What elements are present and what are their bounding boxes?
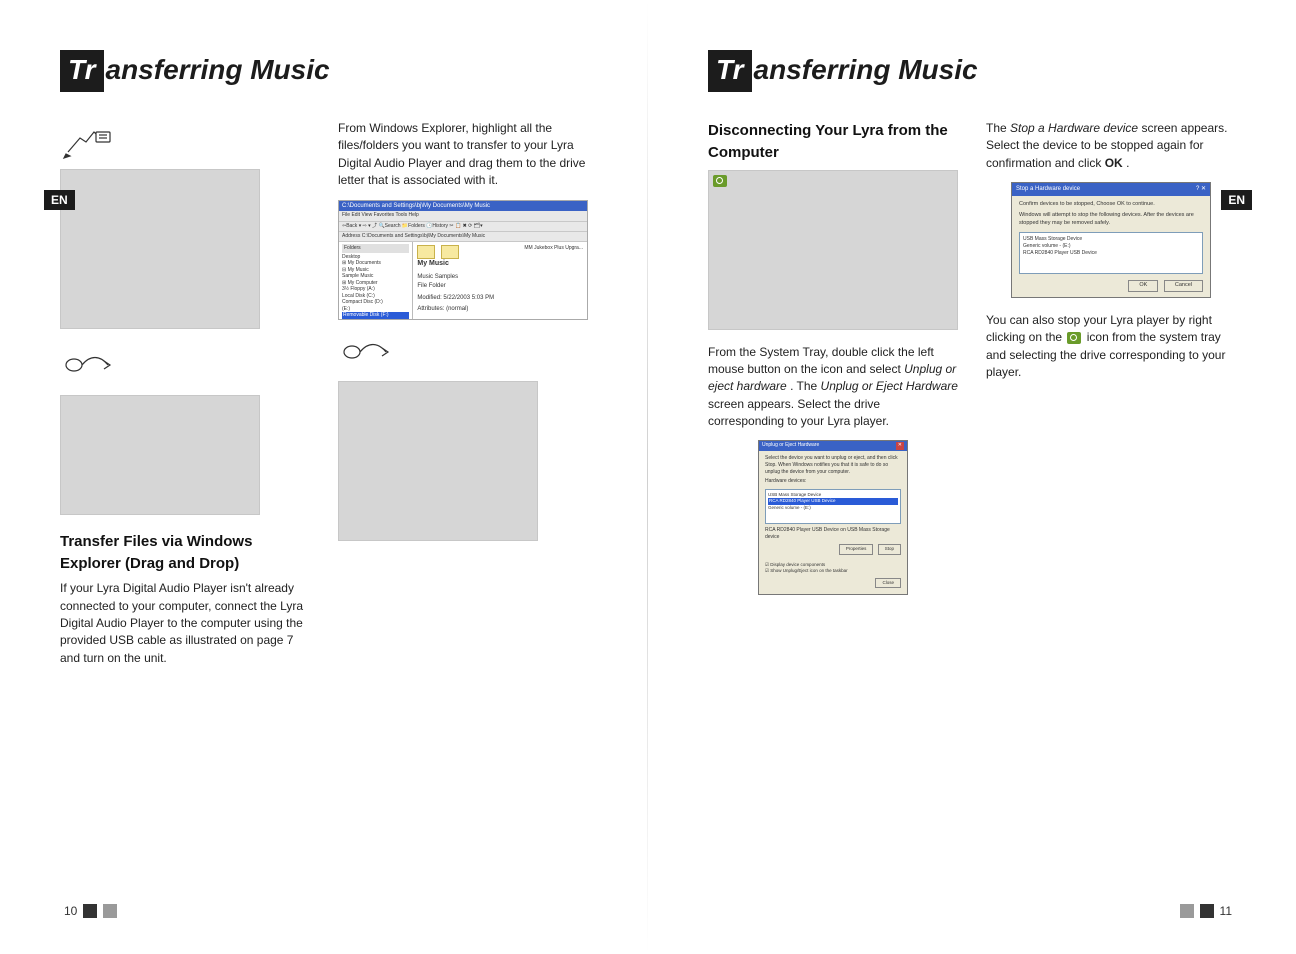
systray-figure	[708, 170, 958, 330]
checkbox-label: Display device components	[770, 562, 825, 567]
txt-italic: Unplug or Eject Hardware	[821, 379, 958, 393]
page-11: EN Tr ansferring Music Disconnecting You…	[648, 0, 1296, 954]
addr-label: Address	[342, 233, 360, 239]
right-columns: Disconnecting Your Lyra from the Compute…	[708, 120, 1236, 914]
txt-italic: Stop a Hardware device	[1010, 121, 1138, 135]
explorer-tree: Folders Desktop ⊞ My Documents ⊟ My Musi…	[339, 242, 413, 320]
link-mm: MM Jukebox Plus Upgra...	[524, 245, 583, 251]
page-number: 11	[1220, 904, 1232, 918]
page-10: EN Tr ansferring Music	[0, 0, 648, 954]
stop-button: Stop	[878, 544, 901, 555]
cancel-button: Cancel	[1164, 280, 1203, 292]
title-rest: ansferring Music	[106, 54, 330, 86]
txt: The	[986, 121, 1010, 135]
hw-label: Hardware devices:	[765, 478, 901, 485]
folder-icon	[417, 245, 435, 259]
explorer-toolbar: ⇦Back ▾ ⇨ ▾ ⤴ 🔍Search 📁Folders 🕒History …	[339, 222, 587, 232]
txt: . The	[790, 379, 820, 393]
explorer-menubar: File Edit View Favorites Tools Help	[339, 211, 587, 221]
folder-icon	[441, 245, 459, 259]
page-number: 10	[64, 904, 77, 918]
left-title: Tr ansferring Music	[60, 50, 588, 92]
device-list: USB Mass Storage Device Generic volume -…	[1019, 232, 1203, 274]
page-dot	[103, 904, 117, 918]
screenshot-placeholder-2	[60, 395, 260, 515]
dialog-titlebar: Unplug or Eject Hardware ✕	[759, 441, 907, 450]
stop-hw-body: The Stop a Hardware device screen appear…	[986, 120, 1236, 172]
folder-name: My Music	[417, 259, 583, 269]
close-icon: ? ✕	[1196, 185, 1206, 194]
explorer-main: MM Jukebox Plus Upgra... My Music Music …	[413, 242, 587, 320]
title-block: Tr	[708, 50, 752, 92]
left-columns: Transfer Files via Windows Explorer (Dra…	[60, 120, 588, 914]
page-dot	[1180, 904, 1194, 918]
windows-explorer-figure: C:\Documents and Settings\bj\My Document…	[338, 200, 588, 320]
tree-header: Folders	[342, 244, 409, 253]
systray-sample	[713, 175, 727, 187]
section-heading-disconnect: Disconnecting Your Lyra from the Compute…	[708, 120, 958, 164]
list-item: Generic volume - (E:)	[1023, 243, 1199, 250]
page-spread: EN Tr ansferring Music	[0, 0, 1296, 954]
intro-explorer: From Windows Explorer, highlight all the…	[338, 120, 588, 190]
txt: .	[1126, 156, 1129, 170]
dialog-title: Stop a Hardware device	[1016, 185, 1080, 194]
close-button: Close	[875, 578, 901, 589]
dialog-titlebar: Stop a Hardware device ? ✕	[1012, 183, 1210, 196]
title-block: Tr	[60, 50, 104, 92]
txt-bold: OK	[1105, 156, 1123, 170]
section-heading-transfer: Transfer Files via Windows Explorer (Dra…	[60, 531, 310, 575]
title-rest: ansferring Music	[754, 54, 978, 86]
drag-drop-icon-2	[338, 332, 398, 372]
list-item: RCA RD2840 Player USB Device	[1023, 250, 1199, 257]
dialog-desc: Select the device you want to unplug or …	[765, 455, 901, 477]
checkbox-label: Show Unplug/Eject icon on the taskbar	[770, 568, 847, 573]
disconnect-body-1: From the System Tray, double click the l…	[708, 344, 958, 431]
dialog-desc: Confirm devices to be stopped, Choose OK…	[1019, 201, 1203, 209]
close-icon: ✕	[896, 442, 904, 449]
unplug-dialog-figure: Unplug or Eject Hardware ✕ Select the de…	[758, 440, 908, 595]
addr-value: C:\Documents and Settings\bj\My Document…	[362, 233, 485, 239]
device-list: USB Mass Storage Device RCA RD2840 Playe…	[765, 489, 901, 524]
page-dot	[83, 904, 97, 918]
list-item: Generic volume - (E:)	[768, 505, 898, 512]
right-col-1: Disconnecting Your Lyra from the Compute…	[708, 120, 958, 914]
page-number-left: 10	[64, 904, 117, 918]
detail: Modified: 5/22/2003 5:03 PM	[417, 294, 583, 303]
left-col-2: From Windows Explorer, highlight all the…	[338, 120, 588, 914]
left-col-1: Transfer Files via Windows Explorer (Dra…	[60, 120, 310, 914]
right-title: Tr ansferring Music	[708, 50, 1236, 92]
lang-badge-right: EN	[1221, 190, 1252, 210]
explorer-addressbar: Address C:\Documents and Settings\bj\My …	[339, 232, 587, 242]
explorer-titlebar: C:\Documents and Settings\bj\My Document…	[339, 201, 587, 212]
section-body-transfer: If your Lyra Digital Audio Player isn't …	[60, 580, 310, 667]
status-line: RCA RD2840 Player USB Device on USB Mass…	[765, 527, 901, 542]
screenshot-placeholder-1	[60, 169, 260, 329]
stop-dialog-figure: Stop a Hardware device ? ✕ Confirm devic…	[1011, 182, 1211, 298]
safely-remove-icon	[1067, 332, 1081, 344]
detail: Music Samples	[417, 273, 583, 282]
txt: From the System Tray, double click the l…	[708, 345, 934, 376]
tree-item: Control Panel	[342, 319, 409, 320]
dialog-title: Unplug or Eject Hardware	[762, 442, 819, 449]
page-dot	[1200, 904, 1214, 918]
detail: Attributes: (normal)	[417, 305, 583, 314]
screenshot-placeholder-3	[338, 381, 538, 541]
also-stop-body: You can also stop your Lyra player by ri…	[986, 312, 1236, 382]
drag-cursor-icon	[60, 120, 120, 160]
right-col-2: The Stop a Hardware device screen appear…	[986, 120, 1236, 914]
safely-remove-icon	[713, 175, 727, 187]
ok-button: OK	[1128, 280, 1158, 292]
properties-button: Properties	[839, 544, 874, 555]
drag-drop-icon	[60, 345, 120, 385]
txt: screen appears. Select the drive corresp…	[708, 397, 889, 428]
list-item: USB Mass Storage Device	[1023, 236, 1199, 243]
dialog-desc2: Windows will attempt to stop the followi…	[1019, 212, 1203, 228]
page-number-right: 11	[1180, 904, 1232, 918]
detail: File Folder	[417, 282, 583, 291]
lang-badge-left: EN	[44, 190, 75, 210]
